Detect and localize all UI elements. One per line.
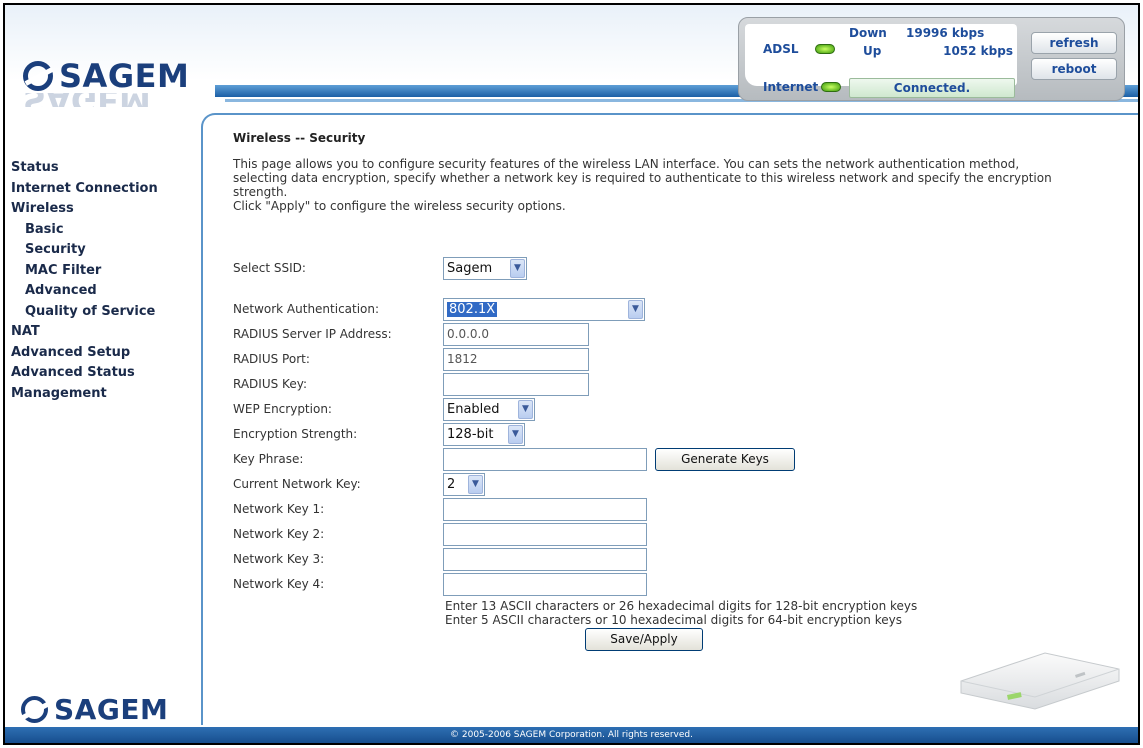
chevron-down-icon: ▼	[510, 258, 525, 278]
sagem-logo-bottom: SAGEM	[21, 693, 168, 726]
adsl-label: ADSL	[763, 42, 799, 56]
wep-label: WEP Encryption:	[233, 402, 332, 416]
key-phrase-label: Key Phrase:	[233, 452, 304, 466]
main-content: Wireless -- Security This page allows yo…	[201, 113, 1138, 725]
wep-select[interactable]: Enabled ▼	[443, 397, 535, 421]
hint-64-bit: Enter 5 ASCII characters or 10 hexadecim…	[445, 613, 902, 627]
chevron-down-icon: ▼	[628, 299, 643, 319]
sidebar-item-basic[interactable]: Basic	[11, 221, 158, 242]
wep-row: WEP Encryption: Enabled ▼	[233, 397, 535, 421]
current-key-select[interactable]: 2 ▼	[443, 472, 485, 496]
sagem-logo: SAGEM	[23, 57, 189, 95]
key-phrase-input[interactable]	[443, 447, 647, 471]
down-label: Down	[849, 26, 887, 40]
sidebar-item-internet-connection[interactable]: Internet Connection	[11, 180, 158, 201]
page-instruction: Click "Apply" to configure the wireless …	[233, 199, 566, 213]
sidebar-item-quality-of-service[interactable]: Quality of Service	[11, 303, 158, 324]
auth-value: 802.1X	[447, 301, 498, 317]
auth-label: Network Authentication:	[233, 302, 380, 316]
ssid-value: Sagem	[447, 260, 493, 276]
auth-select[interactable]: 802.1X ▼	[443, 297, 645, 321]
chevron-down-icon: ▼	[468, 474, 483, 494]
auth-row: Network Authentication: 802.1X ▼	[233, 297, 645, 321]
connection-status: Connected.	[849, 78, 1015, 98]
strength-select[interactable]: 128-bit ▼	[443, 422, 525, 446]
radius-port-label: RADIUS Port:	[233, 352, 310, 366]
down-value: 19996 kbps	[906, 26, 985, 40]
strength-value: 128-bit	[447, 426, 494, 442]
chevron-down-icon: ▼	[508, 424, 523, 444]
up-value: 1052 kbps	[943, 44, 1013, 58]
router-image	[960, 652, 1120, 710]
radius-key-input[interactable]	[443, 372, 589, 396]
sidebar-item-advanced-status[interactable]: Advanced Status	[11, 364, 158, 385]
footer: © 2005-2006 SAGEM Corporation. All right…	[5, 727, 1138, 743]
wep-value: Enabled	[447, 401, 500, 417]
sidebar-item-status[interactable]: Status	[11, 159, 158, 180]
adsl-led-icon	[815, 44, 835, 54]
refresh-button[interactable]: refresh	[1031, 32, 1117, 54]
radius-ip-label: RADIUS Server IP Address:	[233, 327, 392, 341]
sidebar-item-wireless[interactable]: Wireless	[11, 200, 158, 221]
network-key-3-input[interactable]	[443, 547, 647, 571]
logo-text: SAGEM	[59, 57, 190, 95]
network-key-3-label: Network Key 3:	[233, 552, 325, 566]
sidebar-item-advanced[interactable]: Advanced	[11, 282, 158, 303]
save-apply-button[interactable]: Save/Apply	[585, 628, 703, 651]
header: SAGEM SAGEM ADSL Down 19996 kbps Up 1052…	[5, 5, 1138, 113]
sagem-logo-icon	[21, 696, 48, 723]
internet-led-icon	[821, 82, 841, 92]
radius-port-input[interactable]: 1812	[443, 347, 589, 371]
status-panel: ADSL Down 19996 kbps Up 1052 kbps Intern…	[738, 17, 1125, 101]
current-key-value: 2	[447, 476, 456, 492]
logo-reflection-text: SAGEM	[23, 93, 151, 107]
ssid-select[interactable]: Sagem ▼	[443, 256, 527, 280]
network-key-4-input[interactable]	[443, 572, 647, 596]
internet-label: Internet	[763, 80, 819, 94]
strength-label: Encryption Strength:	[233, 427, 358, 441]
browser-frame: SAGEM SAGEM ADSL Down 19996 kbps Up 1052…	[3, 3, 1140, 745]
current-key-label: Current Network Key:	[233, 477, 361, 491]
strength-row: Encryption Strength: 128-bit ▼	[233, 422, 525, 446]
current-key-row: Current Network Key: 2 ▼	[233, 472, 485, 496]
hint-128-bit: Enter 13 ASCII characters or 26 hexadeci…	[445, 599, 918, 613]
sidebar-item-nat[interactable]: NAT	[11, 323, 158, 344]
sidebar: Status Internet Connection Wireless Basic Se…	[5, 113, 209, 725]
chevron-down-icon: ▼	[518, 399, 533, 419]
sidebar-item-management[interactable]: Management	[11, 385, 158, 406]
radius-key-label: RADIUS Key:	[233, 377, 307, 391]
sagem-logo-icon	[23, 61, 53, 91]
network-key-2-input[interactable]	[443, 522, 647, 546]
sidebar-item-mac-filter[interactable]: MAC Filter	[11, 262, 158, 283]
page-description: This page allows you to configure securi…	[233, 157, 1052, 199]
reboot-button[interactable]: reboot	[1031, 58, 1117, 80]
ssid-label: Select SSID:	[233, 261, 306, 275]
page-title: Wireless -- Security	[233, 131, 366, 145]
generate-keys-button[interactable]: Generate Keys	[655, 447, 795, 471]
radius-ip-input[interactable]: 0.0.0.0	[443, 322, 589, 346]
sidebar-item-advanced-setup[interactable]: Advanced Setup	[11, 344, 158, 365]
ssid-row: Select SSID: Sagem ▼	[233, 256, 527, 280]
network-key-2-label: Network Key 2:	[233, 527, 325, 541]
logo-reflection: SAGEM	[23, 93, 208, 107]
security-form: Wireless -- Security This page allows yo…	[233, 131, 1123, 651]
network-key-1-label: Network Key 1:	[233, 502, 325, 516]
sidebar-item-security[interactable]: Security	[11, 241, 158, 262]
network-key-4-label: Network Key 4:	[233, 577, 325, 591]
sidebar-menu: Status Internet Connection Wireless Basic Se…	[11, 159, 158, 405]
status-readout: ADSL Down 19996 kbps Up 1052 kbps	[745, 24, 1017, 86]
logo-text-bottom: SAGEM	[54, 693, 169, 726]
network-key-1-input[interactable]	[443, 497, 647, 521]
up-label: Up	[863, 44, 882, 58]
